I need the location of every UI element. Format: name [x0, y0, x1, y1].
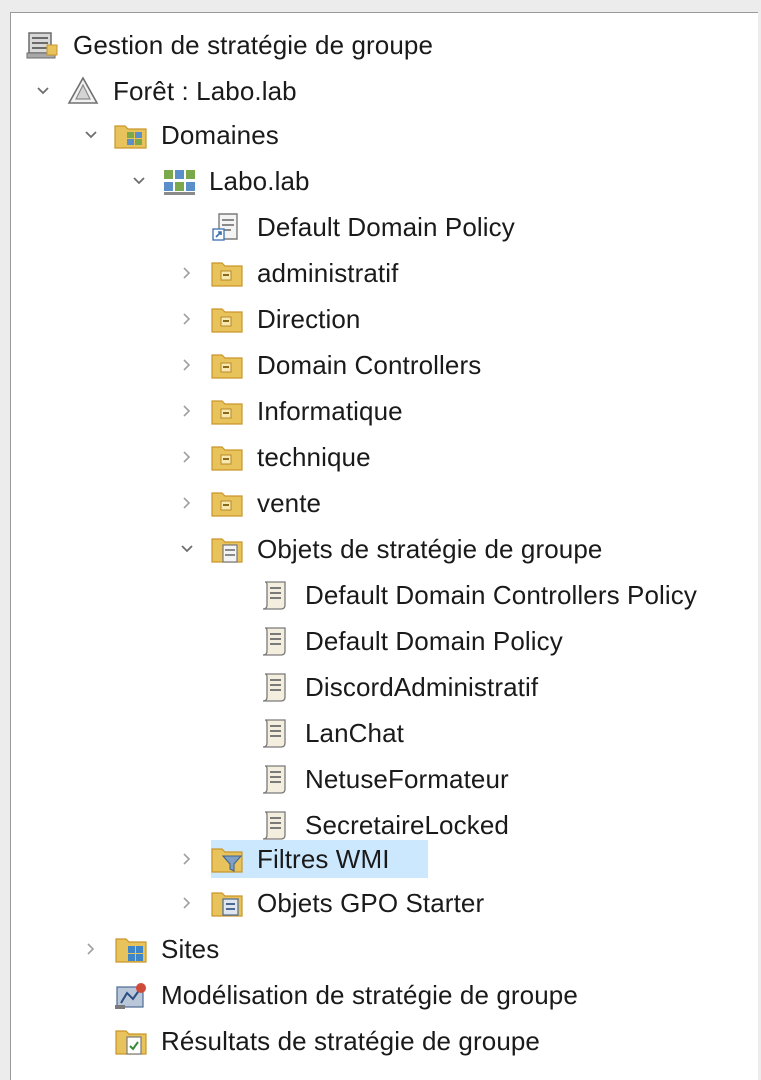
- gpo-scroll-icon: [257, 717, 293, 749]
- chevron-down-icon[interactable]: [83, 127, 99, 143]
- ou-folder-icon: [209, 395, 245, 427]
- tree-node-label: Direction: [257, 303, 361, 334]
- tree-node-label: Sites: [161, 933, 220, 964]
- starter-gpo-folder-icon: [209, 887, 245, 919]
- domain-icon: [161, 165, 197, 197]
- ou-folder-icon: [209, 349, 245, 381]
- gpmc-tree-panel: Gestion de stratégie de groupe Forêt : L…: [10, 12, 758, 1080]
- tree-node-label: Domaines: [161, 119, 279, 150]
- chevron-right-icon[interactable]: [179, 311, 195, 327]
- tree-node-ou[interactable]: Informatique: [179, 391, 403, 431]
- tree-node-label: Gestion de stratégie de groupe: [73, 29, 434, 60]
- tree-node-label: NetuseFormateur: [305, 763, 509, 794]
- tree-node-label: Default Domain Controllers Policy: [305, 579, 698, 610]
- tree-node-label: Default Domain Policy: [305, 625, 563, 656]
- gpo-scroll-icon: [257, 809, 293, 841]
- chevron-right-icon[interactable]: [179, 851, 195, 867]
- chevron-right-icon[interactable]: [179, 403, 195, 419]
- tree-node-label: Résultats de stratégie de groupe: [161, 1025, 540, 1056]
- chevron-right-icon[interactable]: [179, 495, 195, 511]
- tree-node-label: Modélisation de stratégie de groupe: [161, 979, 578, 1010]
- tree-node-label: Objets GPO Starter: [257, 887, 485, 918]
- tree-node-wmi-filters[interactable]: Filtres WMI: [179, 839, 428, 879]
- tree-node-gpo[interactable]: LanChat: [257, 713, 404, 753]
- tree-node-label: Objets de stratégie de groupe: [257, 533, 603, 564]
- tree-node-label: administratif: [257, 257, 399, 288]
- results-icon: [113, 1025, 149, 1057]
- chevron-right-icon[interactable]: [179, 265, 195, 281]
- wmi-filter-folder-icon: [209, 843, 245, 875]
- ou-folder-icon: [209, 441, 245, 473]
- ou-folder-icon: [209, 303, 245, 335]
- tree-node-label: vente: [257, 487, 322, 518]
- chevron-down-icon[interactable]: [35, 83, 51, 99]
- tree-node-domain[interactable]: Labo.lab: [131, 161, 310, 201]
- tree-node-label: SecretaireLocked: [305, 809, 509, 840]
- tree-node-label: Domain Controllers: [257, 349, 482, 380]
- tree-node-label: Default Domain Policy: [257, 211, 515, 242]
- tree-node-starter-gpos[interactable]: Objets GPO Starter: [179, 883, 484, 923]
- tree-node-ou[interactable]: technique: [179, 437, 371, 477]
- tree-node-label: technique: [257, 441, 371, 472]
- tree-node-domains[interactable]: Domaines: [83, 115, 279, 155]
- sites-folder-icon: [113, 933, 149, 965]
- tree-node-ou[interactable]: Domain Controllers: [179, 345, 481, 385]
- chevron-down-icon[interactable]: [131, 173, 147, 189]
- ou-folder-icon: [209, 257, 245, 289]
- tree-node-label: Informatique: [257, 395, 403, 426]
- gpo-container-icon: [209, 533, 245, 565]
- gpo-link-icon: [209, 211, 245, 243]
- gpo-scroll-icon: [257, 579, 293, 611]
- tree-node-label: Forêt : Labo.lab: [113, 75, 297, 106]
- chevron-right-icon[interactable]: [179, 449, 195, 465]
- chevron-right-icon[interactable]: [179, 357, 195, 373]
- tree-node-gpo-container[interactable]: Objets de stratégie de groupe: [179, 529, 602, 569]
- tree-node-forest[interactable]: Forêt : Labo.lab: [35, 71, 297, 111]
- tree-node-label: DiscordAdministratif: [305, 671, 539, 702]
- gpmc-console-icon: [25, 29, 61, 61]
- tree-node-gpo[interactable]: Default Domain Policy: [257, 621, 563, 661]
- tree-node-ou[interactable]: Direction: [179, 299, 361, 339]
- tree-node-gpo[interactable]: NetuseFormateur: [257, 759, 509, 799]
- tree-node-modeling[interactable]: Modélisation de stratégie de groupe: [83, 975, 578, 1015]
- forest-icon: [65, 75, 101, 107]
- chevron-down-icon[interactable]: [179, 541, 195, 557]
- modeling-icon: [113, 979, 149, 1011]
- chevron-right-icon[interactable]: [179, 895, 195, 911]
- tree-node-root[interactable]: Gestion de stratégie de groupe: [25, 25, 433, 65]
- domains-folder-icon: [113, 119, 149, 151]
- tree-node-label: Labo.lab: [209, 165, 310, 196]
- tree-node-ou[interactable]: vente: [179, 483, 321, 523]
- tree-node-sites[interactable]: Sites: [83, 929, 219, 969]
- tree-node-gpo-link[interactable]: Default Domain Policy: [179, 207, 515, 247]
- chevron-right-icon[interactable]: [83, 941, 99, 957]
- gpo-scroll-icon: [257, 625, 293, 657]
- tree-node-gpo[interactable]: DiscordAdministratif: [257, 667, 538, 707]
- tree-node-label: Filtres WMI: [257, 843, 390, 874]
- gpo-scroll-icon: [257, 671, 293, 703]
- ou-folder-icon: [209, 487, 245, 519]
- tree-node-results[interactable]: Résultats de stratégie de groupe: [83, 1021, 540, 1061]
- gpo-scroll-icon: [257, 763, 293, 795]
- tree-node-gpo[interactable]: Default Domain Controllers Policy: [257, 575, 697, 615]
- tree-node-label: LanChat: [305, 717, 404, 748]
- tree-node-ou[interactable]: administratif: [179, 253, 398, 293]
